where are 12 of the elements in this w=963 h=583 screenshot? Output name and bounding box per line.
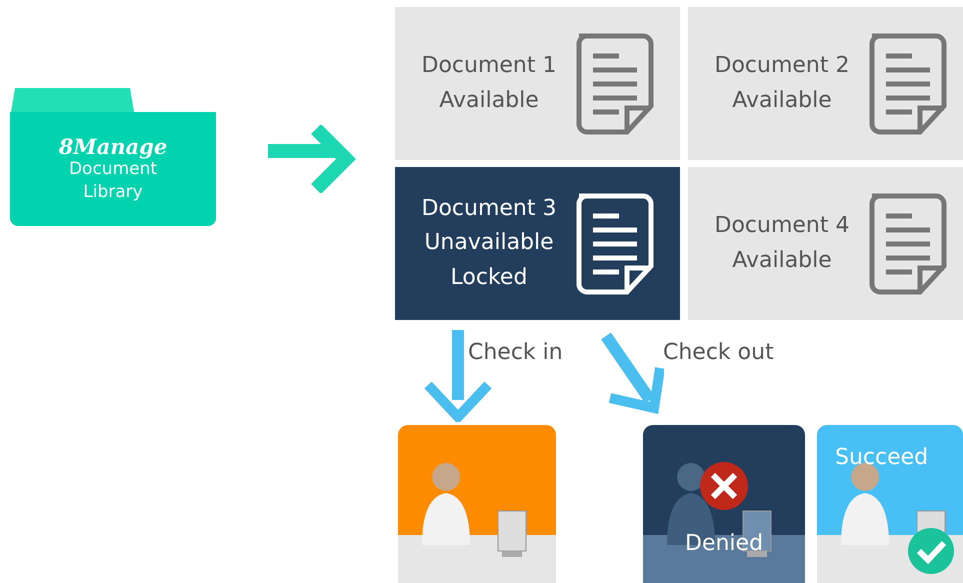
document-status: Document 2 Available [714,52,850,114]
logo-text: 8Manage [58,134,168,158]
document-status: Document 4 Available [714,212,850,274]
scene-caption: Denied [685,530,764,558]
document-status: Document 1 Available [420,52,558,114]
close-icon [699,461,749,511]
scene-caption: Succeed [835,444,928,472]
check-in-label: Check in [468,339,563,367]
folder-label: Document Library [68,158,158,204]
check-out-label: Check out [663,339,774,367]
check-icon [907,527,955,575]
document-status: Document 3 Unavailable Locked [420,195,558,292]
